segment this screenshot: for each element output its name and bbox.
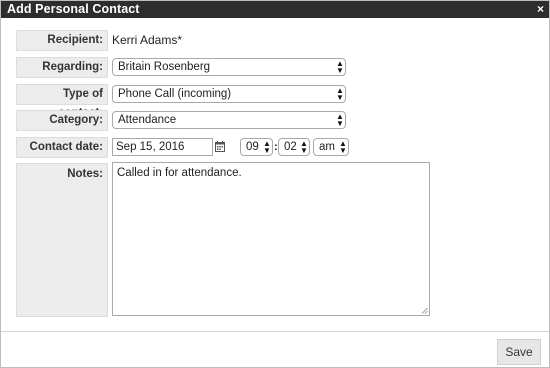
updown-arrows-icon: ▲ ▼ (339, 139, 347, 155)
updown-arrows-icon: ▲ ▼ (263, 139, 271, 155)
category-label: Category: (16, 110, 108, 131)
category-select[interactable]: Attendance ▲ ▼ (112, 111, 346, 129)
add-personal-contact-dialog: Add Personal Contact × Recipient: Kerri … (0, 0, 550, 368)
dialog-titlebar: Add Personal Contact × (1, 1, 549, 18)
regarding-selected-value: Britain Rosenberg (118, 61, 211, 73)
close-icon[interactable]: × (537, 2, 544, 17)
category-selected-value: Attendance (118, 114, 177, 126)
regarding-select[interactable]: Britain Rosenberg ▲ ▼ (112, 58, 346, 76)
updown-arrows-icon: ▲ ▼ (336, 59, 344, 75)
contact-date-label: Contact date: (16, 137, 108, 158)
notes-label: Notes: (16, 163, 108, 317)
minute-selected-value: 02 (284, 141, 297, 153)
updown-arrows-icon: ▲ ▼ (300, 139, 308, 155)
hour-select[interactable]: 09 ▲ ▼ (240, 138, 273, 156)
footer-divider (1, 331, 549, 332)
calendar-icon[interactable] (215, 141, 225, 152)
hour-selected-value: 09 (246, 141, 259, 153)
notes-textarea[interactable]: Called in for attendance. (112, 162, 430, 316)
resize-grip-icon[interactable] (421, 307, 428, 314)
type-of-contact-selected-value: Phone Call (incoming) (118, 88, 232, 100)
type-of-contact-select[interactable]: Phone Call (incoming) ▲ ▼ (112, 85, 346, 103)
updown-arrows-icon: ▲ ▼ (336, 112, 344, 128)
minute-select[interactable]: 02 ▲ ▼ (278, 138, 310, 156)
save-button[interactable]: Save (497, 339, 541, 365)
recipient-label: Recipient: (16, 30, 108, 51)
notes-text: Called in for attendance. (117, 167, 242, 179)
type-of-contact-label: Type of contact: (16, 84, 108, 119)
ampm-select[interactable]: am ▲ ▼ (313, 138, 349, 156)
updown-arrows-icon: ▲ ▼ (336, 86, 344, 102)
recipient-value: Kerri Adams* (112, 33, 183, 47)
contact-date-input[interactable]: Sep 15, 2016 (112, 138, 213, 156)
regarding-label: Regarding: (16, 57, 108, 78)
ampm-selected-value: am (319, 141, 335, 153)
dialog-title: Add Personal Contact (7, 2, 140, 16)
